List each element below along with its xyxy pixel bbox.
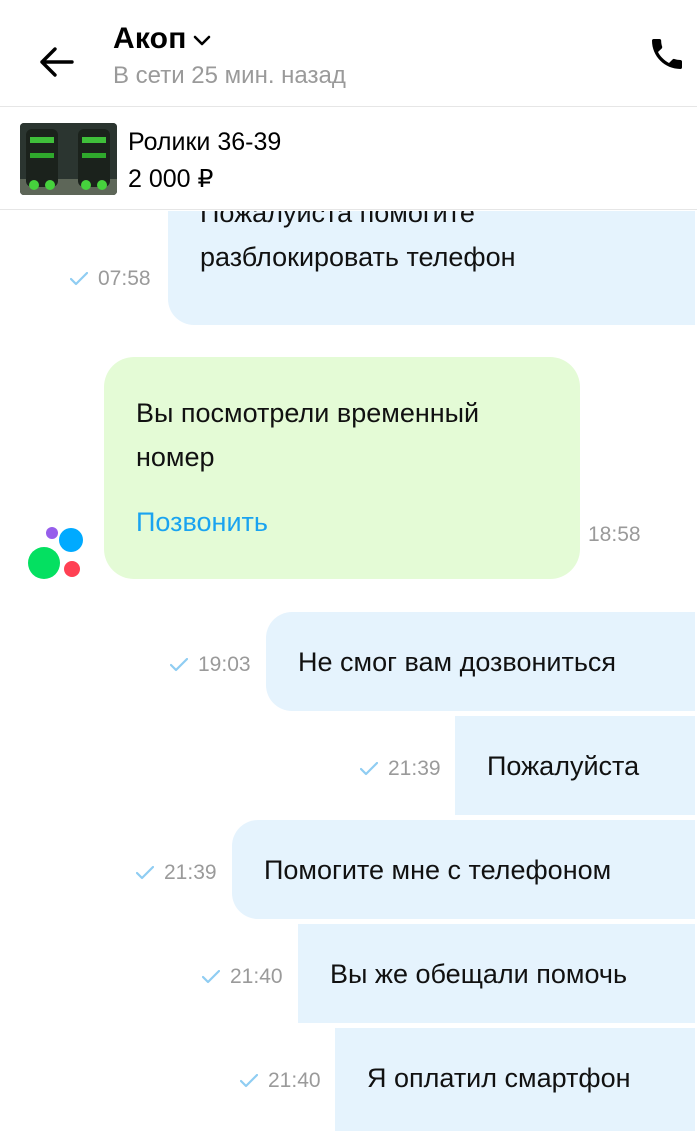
check-icon [360, 762, 378, 776]
message-time: 19:03 [198, 653, 251, 676]
message-time: 21:39 [164, 861, 217, 884]
check-icon [240, 1074, 258, 1088]
listing-preview[interactable]: Ролики 36-39 2 000 ₽ [0, 108, 697, 210]
avito-logo-icon [28, 527, 83, 579]
message-text: Я оплатил смартфон [367, 1063, 631, 1093]
contact-name[interactable]: Акоп [113, 22, 187, 56]
message-text: Не смог вам дозвониться [298, 647, 617, 677]
message-meta: 21:39 [360, 757, 441, 781]
phone-icon [652, 39, 682, 69]
message-meta: 21:40 [202, 965, 283, 989]
message-time: 21:39 [388, 757, 441, 780]
message-time: 07:58 [98, 267, 151, 290]
message-text-line: Пожалуйста помогите [200, 211, 475, 228]
message-meta: 07:58 [70, 267, 151, 291]
message-text: Вы же обещали помочь [330, 959, 628, 989]
contact-title[interactable]: Акоп [113, 22, 211, 56]
call-button[interactable] [645, 32, 689, 76]
chat-header: Акоп В сети 25 мин. назад [0, 0, 697, 107]
message-bubble-outgoing[interactable]: Вы же обещали помочь [298, 924, 695, 1023]
chevron-down-icon[interactable] [193, 35, 211, 47]
listing-title[interactable]: Ролики 36-39 [128, 128, 281, 157]
message-bubble-outgoing[interactable]: Я оплатил смартфон [335, 1028, 695, 1131]
check-icon [136, 866, 154, 880]
call-link[interactable]: Позвонить [136, 507, 268, 538]
message-bubble-outgoing[interactable]: Не смог вам дозвониться [266, 612, 695, 711]
message-text: Пожалуйста [487, 751, 640, 781]
message-time: 21:40 [268, 1069, 321, 1092]
message-text: Помогите мне с телефоном [264, 855, 612, 885]
message-time: 21:40 [230, 965, 283, 988]
check-icon [170, 658, 188, 672]
message-bubble-outgoing[interactable]: Пожалуйста [455, 716, 695, 815]
message-bubble-outgoing[interactable]: Помогите мне с телефоном [232, 820, 695, 919]
message-list[interactable]: Пожалуйста помогите разблокировать телеф… [0, 211, 697, 1131]
message-meta: 21:39 [136, 861, 217, 885]
message-time: 18:58 [588, 523, 641, 546]
message-bubble-outgoing[interactable]: Пожалуйста помогите разблокировать телеф… [168, 211, 695, 325]
check-icon [202, 970, 220, 984]
system-message-bubble: Вы посмотрели временный номер Позвонить [104, 357, 580, 579]
online-status: В сети 25 мин. назад [113, 62, 346, 89]
listing-thumbnail[interactable] [20, 123, 117, 195]
listing-price: 2 000 ₽ [128, 165, 214, 193]
message-meta: 21:40 [240, 1069, 321, 1093]
check-icon [70, 272, 88, 286]
rollerblades-image [20, 123, 117, 195]
arrow-left-icon [40, 47, 74, 77]
back-button[interactable] [34, 40, 78, 84]
message-text-line: разблокировать телефон [200, 242, 516, 272]
system-message-text: Вы посмотрели временный номер [136, 398, 480, 472]
message-meta: 19:03 [170, 653, 251, 677]
